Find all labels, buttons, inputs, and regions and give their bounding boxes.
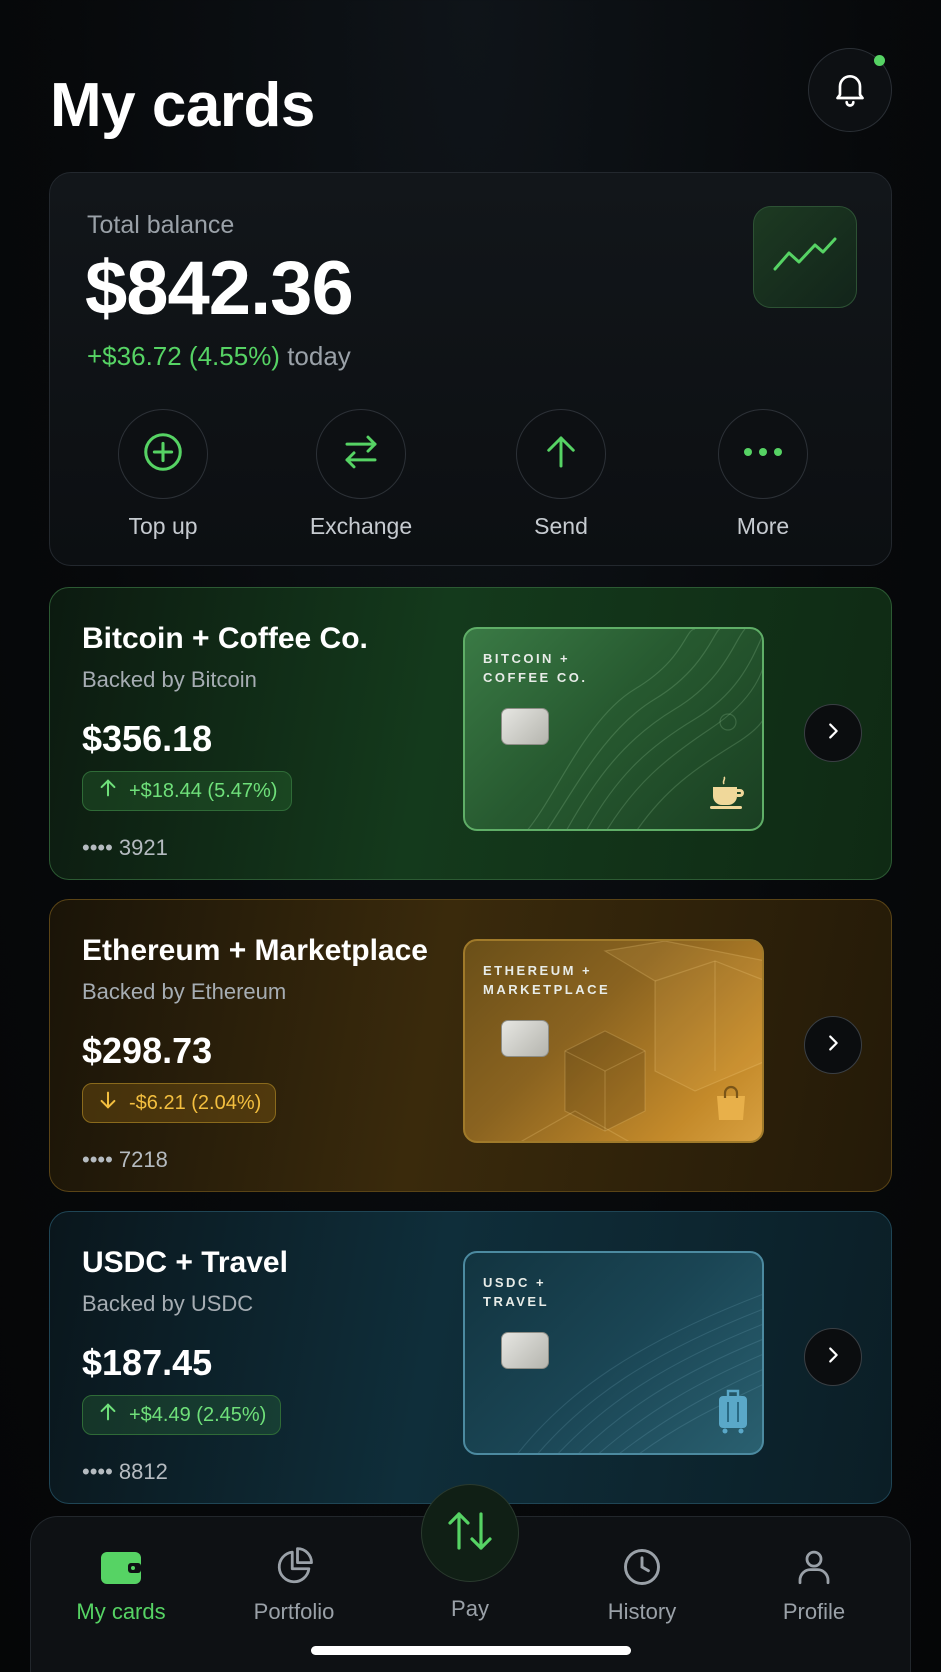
user-icon — [744, 1543, 884, 1591]
wallet-icon — [51, 1543, 191, 1591]
action-label: Exchange — [309, 513, 413, 539]
notifications-button[interactable] — [808, 48, 892, 132]
card-ethereum-marketplace[interactable]: Ethereum + Marketplace Backed by Ethereu… — [49, 899, 892, 1192]
card-name: Ethereum + Marketplace — [82, 934, 428, 967]
more-button[interactable]: More — [683, 409, 843, 540]
card-visual-title-line: MARKETPLACE — [483, 982, 611, 997]
home-indicator — [311, 1646, 631, 1655]
change-badge: +$4.49 (2.45%) — [82, 1395, 282, 1435]
card-number: •••• 3921 — [82, 835, 168, 860]
change-badge: -$6.21 (2.04%) — [82, 1083, 277, 1123]
card-visual-title: ETHEREUM + MARKETPLACE — [483, 961, 663, 999]
card-number: •••• 8812 — [82, 1459, 168, 1484]
card-backed-by: Backed by Bitcoin — [82, 667, 257, 692]
arrow-up-icon — [97, 1401, 119, 1429]
page-title: My cards — [50, 71, 315, 140]
tab-my-cards[interactable]: My cards — [51, 1543, 191, 1625]
card-visual-title: USDC + TRAVEL — [483, 1273, 663, 1311]
balance-change-suffix: today — [287, 341, 351, 371]
card-visual-title-line: ETHEREUM + — [483, 963, 593, 978]
clock-icon — [572, 1543, 712, 1591]
change-value: -$6.21 (2.04%) — [129, 1091, 262, 1114]
card-bitcoin-coffee[interactable]: Bitcoin + Coffee Co. Backed by Bitcoin $… — [49, 587, 892, 880]
action-circle — [516, 409, 606, 499]
tab-label: History — [607, 1599, 677, 1624]
tab-label: Profile — [782, 1599, 846, 1624]
bell-icon — [830, 68, 870, 113]
pay-button[interactable] — [421, 1484, 519, 1582]
chip-icon — [501, 708, 549, 745]
chevron-right-icon — [822, 1344, 844, 1371]
card-visual-title-line: TRAVEL — [483, 1294, 550, 1309]
arrow-up-icon — [97, 777, 119, 805]
card-visual-title-line: BITCOIN + — [483, 651, 571, 666]
action-label: More — [736, 513, 790, 539]
card-amount: $356.18 — [82, 718, 213, 759]
card-amount: $187.45 — [82, 1342, 213, 1383]
card-open-button[interactable] — [804, 704, 862, 762]
balance-card: Total balance $842.36 +$36.72 (4.55%) to… — [49, 172, 892, 566]
chevron-right-icon — [822, 720, 844, 747]
card-visual-title: BITCOIN + COFFEE CO. — [483, 649, 663, 687]
chip-icon — [501, 1332, 549, 1369]
action-circle — [718, 409, 808, 499]
action-label: Top up — [128, 513, 198, 539]
shopping-bag-icon — [714, 1084, 748, 1127]
quick-actions: Top up Exchange Send More — [50, 409, 891, 539]
card-number: •••• 7218 — [82, 1147, 168, 1172]
card-visual: BITCOIN + COFFEE CO. — [463, 627, 764, 831]
transfer-arrows-icon — [445, 1508, 495, 1559]
chip-icon — [501, 1020, 549, 1057]
tab-label: My cards — [76, 1599, 166, 1624]
card-visual-title-line: USDC + — [483, 1275, 547, 1290]
tab-profile[interactable]: Profile — [744, 1543, 884, 1625]
suitcase-icon — [718, 1388, 748, 1439]
change-value: +$4.49 (2.45%) — [129, 1403, 267, 1426]
card-visual-title-line: COFFEE CO. — [483, 670, 588, 685]
balance-label: Total balance — [87, 211, 235, 239]
tab-history[interactable]: History — [572, 1543, 712, 1625]
card-usdc-travel[interactable]: USDC + Travel Backed by USDC $187.45 +$4… — [49, 1211, 892, 1504]
card-open-button[interactable] — [804, 1016, 862, 1074]
card-backed-by: Backed by Ethereum — [82, 979, 287, 1004]
arrow-down-icon — [97, 1089, 119, 1117]
swap-arrows-icon — [340, 431, 382, 478]
action-circle — [316, 409, 406, 499]
plus-circle-icon — [140, 429, 186, 480]
coffee-cup-icon — [708, 774, 748, 815]
card-visual: ETHEREUM + MARKETPLACE — [463, 939, 764, 1143]
card-amount: $298.73 — [82, 1030, 213, 1071]
tab-portfolio[interactable]: Portfolio — [224, 1543, 364, 1625]
card-name: USDC + Travel — [82, 1246, 288, 1279]
balance-change: +$36.72 (4.55%) today — [87, 341, 351, 372]
card-name: Bitcoin + Coffee Co. — [82, 622, 368, 655]
exchange-button[interactable]: Exchange — [281, 409, 441, 540]
pie-chart-icon — [224, 1543, 364, 1591]
card-open-button[interactable] — [804, 1328, 862, 1386]
card-visual: USDC + TRAVEL — [463, 1251, 764, 1455]
send-button[interactable]: Send — [481, 409, 641, 540]
chevron-right-icon — [822, 1032, 844, 1059]
tab-label: Portfolio — [253, 1599, 335, 1624]
more-dots-icon — [742, 445, 784, 464]
change-value: +$18.44 (5.47%) — [129, 779, 278, 802]
change-badge: +$18.44 (5.47%) — [82, 771, 293, 811]
balance-change-value: +$36.72 (4.55%) — [87, 341, 280, 371]
tab-label-pay: Pay — [451, 1596, 489, 1621]
top-up-button[interactable]: Top up — [83, 409, 243, 540]
action-circle — [118, 409, 208, 499]
trend-line-icon — [773, 235, 837, 280]
balance-amount: $842.36 — [85, 246, 354, 331]
notification-dot — [874, 55, 885, 66]
card-backed-by: Backed by USDC — [82, 1291, 254, 1316]
arrow-up-icon — [540, 431, 582, 478]
action-label: Send — [534, 513, 588, 539]
chart-button[interactable] — [753, 206, 857, 308]
